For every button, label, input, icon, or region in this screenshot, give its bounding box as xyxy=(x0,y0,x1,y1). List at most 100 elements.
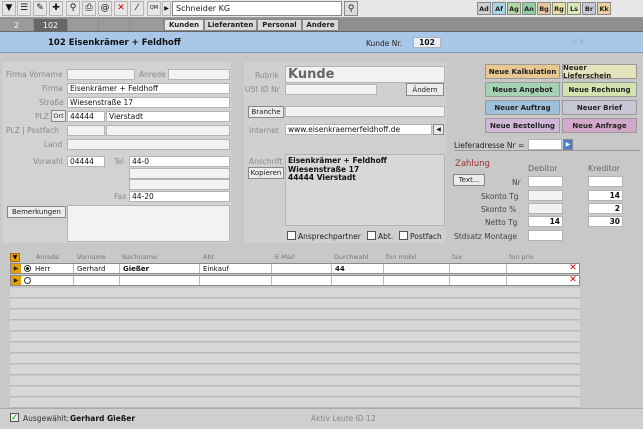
aendern-button[interactable]: Ändern xyxy=(406,83,444,96)
vorwahl-field[interactable]: 04444 xyxy=(67,156,105,167)
menu-icon[interactable]: ▼ xyxy=(2,1,16,16)
lieferadresse-field[interactable] xyxy=(528,139,562,150)
table-row[interactable]: ▶ Herr Gerhard Gießer Einkauf 44 ✕ xyxy=(10,263,580,274)
search-input[interactable]: Schneider KG xyxy=(172,1,342,16)
edit-icon[interactable]: ✎ xyxy=(33,1,47,16)
debitor-nr-field[interactable] xyxy=(528,176,563,187)
tab-andere[interactable]: Andere xyxy=(302,19,339,31)
table-row[interactable]: ▶ ✕ xyxy=(10,275,580,286)
tel-field[interactable]: 44-0 xyxy=(129,156,230,167)
kopieren-button[interactable]: Kopieren xyxy=(248,167,284,179)
zahlung-text-button[interactable]: Text... xyxy=(453,174,485,186)
cell-durchwahl[interactable]: 44 xyxy=(335,264,345,274)
tab-kunden[interactable]: Kunden xyxy=(164,19,204,31)
record-tab-2[interactable]: 2 xyxy=(0,19,33,31)
tab-lieferanten[interactable]: Lieferanten xyxy=(204,19,257,31)
ort-button[interactable]: Ort xyxy=(51,110,66,122)
fax-field[interactable]: 44-20 xyxy=(129,191,230,202)
empty-tab[interactable] xyxy=(99,19,129,31)
abt-checkbox[interactable] xyxy=(367,231,376,240)
debitor-netto-tg-field[interactable]: 14 xyxy=(528,216,563,227)
delete-icon[interactable]: ✕ xyxy=(114,1,128,16)
branche-button[interactable]: Branche xyxy=(248,106,284,118)
tel3-field[interactable] xyxy=(129,179,230,190)
at-icon[interactable]: @ xyxy=(98,1,112,16)
rubrik-field[interactable]: Kunde xyxy=(285,66,445,83)
neue-bestellung-button[interactable]: Neue Bestellung xyxy=(485,118,560,133)
selected-checkbox[interactable]: ✓ xyxy=(10,413,19,422)
filter-br-button[interactable]: Br xyxy=(582,2,596,15)
cell-anrede[interactable]: Herr xyxy=(35,264,50,274)
row-radio[interactable] xyxy=(24,265,31,272)
hamburger-icon[interactable]: ☰ xyxy=(17,1,31,16)
delete-row-icon[interactable]: ✕ xyxy=(568,264,578,274)
print-icon[interactable]: ⎙ xyxy=(82,1,96,16)
firma-field[interactable]: Eisenkrämer + Feldhoff xyxy=(67,83,230,94)
plz-field[interactable]: 44444 xyxy=(67,111,105,122)
land-field[interactable] xyxy=(67,139,230,150)
ort-field[interactable]: Vierstadt xyxy=(106,111,230,122)
branche-field[interactable] xyxy=(285,106,445,117)
empty-row xyxy=(10,376,580,386)
lieferadresse-select-icon[interactable]: ▶ xyxy=(563,139,573,150)
kreditor-netto-tg-field[interactable]: 30 xyxy=(588,216,623,227)
qm-icon[interactable]: QM xyxy=(147,1,161,16)
neuer-auftrag-button[interactable]: Neuer Auftrag xyxy=(485,100,560,115)
filter-kk-button[interactable]: Kk xyxy=(597,2,611,15)
internet-open-icon[interactable]: ◀ xyxy=(433,124,444,135)
cell-vorname[interactable]: Gerhard xyxy=(77,264,105,274)
empty-tab[interactable] xyxy=(130,19,163,31)
contacts-menu-icon[interactable]: ▼ xyxy=(10,253,20,262)
filter-bg-button[interactable]: Bg xyxy=(537,2,551,15)
firma-vorname-field[interactable] xyxy=(67,69,135,80)
tel2-field[interactable] xyxy=(129,168,230,179)
postfach-field[interactable] xyxy=(106,125,230,136)
filter-rg-button[interactable]: Rg xyxy=(552,2,566,15)
wand-icon[interactable]: ⁄ xyxy=(130,1,144,16)
row-radio[interactable] xyxy=(24,277,31,284)
plz-postfach-field[interactable] xyxy=(67,125,105,136)
arrow-icon[interactable]: ▶ xyxy=(162,1,171,16)
debitor-skonto-pct-field[interactable] xyxy=(528,203,563,214)
neuer-brief-button[interactable]: Neuer Brief xyxy=(562,100,637,115)
neues-angebot-button[interactable]: Neues Angebot xyxy=(485,82,560,97)
postfach-checkbox[interactable] xyxy=(399,231,408,240)
search-icon[interactable]: ⚲ xyxy=(66,1,80,16)
empty-tab[interactable] xyxy=(68,19,98,31)
kreditor-nr-field[interactable] xyxy=(588,176,623,187)
strasse-field[interactable]: Wiesenstraße 17 xyxy=(67,97,230,108)
ustid-field[interactable] xyxy=(285,84,377,95)
row-arrow-icon: ▶ xyxy=(11,276,21,285)
neue-rechnung-button[interactable]: Neue Rechnung xyxy=(562,82,637,97)
empty-row xyxy=(10,332,580,342)
tab-personal[interactable]: Personal xyxy=(257,19,302,31)
internet-field[interactable]: www.eisenkraemerfeldhoff.de xyxy=(285,124,432,135)
empty-row xyxy=(10,343,580,353)
ansprechpartner-checkbox[interactable] xyxy=(287,231,296,240)
filter-an-button[interactable]: An xyxy=(522,2,536,15)
debitor-skonto-tg-field[interactable] xyxy=(528,190,563,201)
neuer-lieferschein-button[interactable]: Neuer Lieferschein xyxy=(562,64,637,80)
delete-row-icon[interactable]: ✕ xyxy=(568,276,578,286)
stdsatz-field[interactable] xyxy=(528,230,563,241)
filter-ag-button[interactable]: Ag xyxy=(507,2,521,15)
plus-icon[interactable]: ✚ xyxy=(49,1,63,16)
filter-ls-button[interactable]: Ls xyxy=(567,2,581,15)
col-header-anrede: Anrede xyxy=(36,253,60,261)
anschrift-field[interactable]: Eisenkrämer + Feldhoff Wiesenstraße 17 4… xyxy=(285,154,445,226)
neue-anfrage-button[interactable]: Neue Anfrage xyxy=(562,118,637,133)
cell-nachname[interactable]: Gießer xyxy=(123,264,149,274)
filter-ad-button[interactable]: Ad xyxy=(477,2,491,15)
kreditor-skonto-tg-field[interactable]: 14 xyxy=(588,190,623,201)
filter-af-button[interactable]: Af xyxy=(492,2,506,15)
cell-abt[interactable]: Einkauf xyxy=(203,264,229,274)
neue-kalkulation-button[interactable]: Neue Kalkulation xyxy=(485,64,560,79)
bemerkungen-button[interactable]: Bemerkungen xyxy=(7,206,66,218)
kreditor-skonto-pct-field[interactable]: 2 xyxy=(588,203,623,214)
land-label: Land xyxy=(44,140,63,149)
search-button[interactable]: ⚲ xyxy=(344,1,358,16)
record-tab-102[interactable]: 102 xyxy=(34,19,67,31)
bemerkungen-field[interactable] xyxy=(67,205,230,242)
anrede-field[interactable] xyxy=(168,69,230,80)
col-header-fon-mobil: fon mobil xyxy=(386,253,417,261)
